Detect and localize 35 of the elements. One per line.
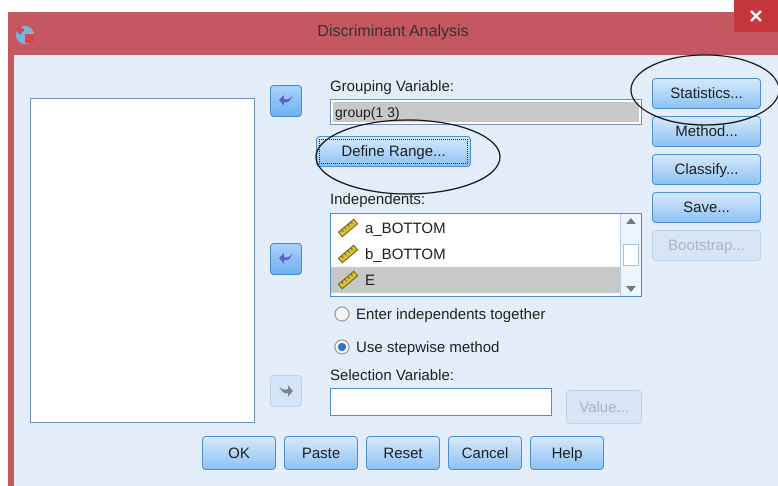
dialog-button[interactable]: Statistics... — [652, 78, 761, 109]
window-title: Discriminant Analysis — [317, 23, 469, 41]
dialog-button[interactable]: Save... — [652, 192, 761, 223]
scrollbar[interactable] — [620, 214, 641, 296]
curved-left-arrow-icon — [278, 252, 294, 266]
dialog-button[interactable]: Help — [530, 436, 604, 470]
scroll-up-icon[interactable] — [626, 218, 636, 224]
scroll-thumb[interactable] — [623, 244, 639, 266]
selection-variable-label: Selection Variable: — [330, 367, 455, 385]
dialog-button[interactable]: Paste — [284, 436, 358, 470]
radio-button[interactable] — [334, 306, 350, 322]
move-button[interactable] — [270, 243, 302, 275]
move-button[interactable] — [270, 85, 302, 117]
right-arrow-icon — [278, 384, 294, 398]
dialog-button[interactable]: Cancel — [448, 436, 522, 470]
dialog-button[interactable]: OK — [202, 436, 276, 470]
variable-item[interactable]: b_BOTTOM — [331, 241, 620, 267]
independents-list[interactable]: a_BOTTOM b_BOTTOM E — [330, 213, 642, 297]
radio-button[interactable] — [334, 339, 350, 355]
grouping-variable-field[interactable]: group(1 3) — [330, 99, 642, 125]
radio-label: Use stepwise method — [356, 338, 500, 356]
grouping-variable-label: Grouping Variable: — [330, 78, 455, 96]
independents-label: Independents: — [330, 191, 426, 209]
variable-item[interactable]: E — [331, 267, 620, 293]
define-range-button[interactable]: Define Range... — [316, 136, 471, 167]
close-button[interactable] — [734, 0, 778, 32]
close-icon — [749, 9, 763, 23]
selection-variable-field[interactable] — [330, 388, 552, 416]
radio-label: Enter independents together — [356, 306, 546, 322]
variable-item[interactable]: a_BOTTOM — [331, 215, 620, 241]
dialog-button[interactable]: Classify... — [652, 154, 761, 185]
dialog-button[interactable]: Method... — [652, 116, 761, 147]
curved-left-arrow-icon — [278, 94, 294, 108]
dialog-button[interactable]: Reset — [366, 436, 440, 470]
scroll-down-icon[interactable] — [626, 286, 636, 292]
